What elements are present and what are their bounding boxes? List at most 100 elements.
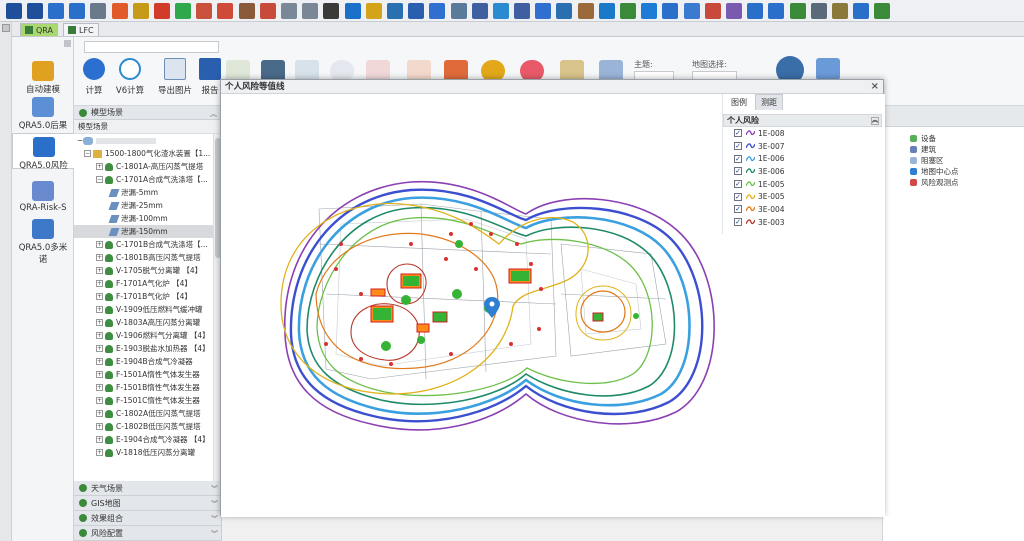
tree-item[interactable]: − C-1701A合成气洗涤塔【... xyxy=(74,173,221,186)
legend-item[interactable]: ✓ 3E-007 xyxy=(723,140,882,153)
toolbar-tool-icon[interactable] xyxy=(768,2,785,19)
expand-icon[interactable]: + xyxy=(96,423,103,430)
legend-checkbox[interactable]: ✓ xyxy=(734,180,742,189)
v6-calculate-button[interactable]: V6计算 xyxy=(112,58,148,96)
tree-item[interactable]: + F-1701B气化炉 【4】 xyxy=(74,290,221,303)
toolbar-tool-icon[interactable] xyxy=(386,2,403,19)
expand-icon[interactable]: − xyxy=(96,176,103,183)
legend-item[interactable]: ✓ 3E-004 xyxy=(723,203,882,216)
toolbar-tool-icon[interactable] xyxy=(259,2,276,19)
tree-item[interactable]: 泄漏-100mm xyxy=(74,212,221,225)
expand-icon[interactable]: − xyxy=(84,150,91,157)
toolbar-tool-icon[interactable] xyxy=(535,2,552,19)
toolbar-tool-icon[interactable] xyxy=(620,2,637,19)
tree-item[interactable]: + C-1801B高压闪蒸气提塔 xyxy=(74,251,221,264)
rail-toggle-icon[interactable] xyxy=(2,24,10,32)
equipment-block[interactable] xyxy=(416,323,430,333)
legend-checkbox[interactable]: ✓ xyxy=(734,192,742,201)
tree-item[interactable]: + E-1903脱盐水加热器 【4】 xyxy=(74,342,221,355)
expand-icon[interactable]: + xyxy=(96,163,103,170)
tree-item[interactable]: + C-1802A低压闪蒸气提塔 xyxy=(74,407,221,420)
expand-icon[interactable]: + xyxy=(96,254,103,261)
tree-item[interactable]: + V-1906燃料气分离罐 【4】 xyxy=(74,329,221,342)
expand-icon[interactable]: + xyxy=(96,306,103,313)
nav-item-qra-risk[interactable]: QRA5.0风险 xyxy=(12,133,74,171)
toolbar-tool-icon[interactable] xyxy=(196,2,213,19)
legend-item[interactable]: ✓ 3E-006 xyxy=(723,165,882,178)
close-icon[interactable]: × xyxy=(871,80,879,94)
tree-item[interactable]: + F-1501B惰性气体发生器 xyxy=(74,381,221,394)
toolbar-tool-icon[interactable] xyxy=(556,2,573,19)
expand-icon[interactable]: + xyxy=(96,449,103,456)
toolbar-tool-icon[interactable] xyxy=(217,2,234,19)
toolbar-tool-icon[interactable] xyxy=(344,2,361,19)
toolbar-tool-icon[interactable] xyxy=(450,2,467,19)
equipment-block[interactable] xyxy=(432,311,448,323)
expand-icon[interactable]: + xyxy=(96,267,103,274)
tree-item[interactable]: + V-1803A高压闪蒸分离罐 xyxy=(74,316,221,329)
tree-item[interactable]: 泄漏-5mm xyxy=(74,186,221,199)
tree-item[interactable]: + F-1701A气化炉 【4】 xyxy=(74,277,221,290)
toolbar-tool-icon[interactable] xyxy=(323,2,340,19)
toolbar-tool-icon[interactable] xyxy=(514,2,531,19)
tab-qra[interactable]: QRA xyxy=(20,23,59,36)
toolbar-tool-icon[interactable] xyxy=(577,2,594,19)
tree-item[interactable]: + V-1705脱气分离罐 【4】 xyxy=(74,264,221,277)
tree-item[interactable]: + V-1909低压燃料气缓冲罐 xyxy=(74,303,221,316)
tank-marker[interactable] xyxy=(452,289,462,299)
tank-marker[interactable] xyxy=(401,295,411,305)
layer-item[interactable]: 地图中心点 xyxy=(883,166,1024,177)
expand-icon[interactable]: + xyxy=(96,410,103,417)
toolbar-tool-icon[interactable] xyxy=(831,2,848,19)
toolbar-tool-icon[interactable] xyxy=(111,2,128,19)
tree-item[interactable]: − 1500-1800气化渣水装置【1... xyxy=(74,147,221,160)
tree-item[interactable]: 泄漏-25mm xyxy=(74,199,221,212)
toolbar-tool-icon[interactable] xyxy=(704,2,721,19)
tank-marker[interactable] xyxy=(417,336,425,344)
toolbar-tool-icon[interactable] xyxy=(662,2,679,19)
expand-icon[interactable]: + xyxy=(96,371,103,378)
toolbar-tool-icon[interactable] xyxy=(429,2,446,19)
nav-item-qra-consequence[interactable]: QRA5.0后果 xyxy=(12,97,74,131)
map-center-pin[interactable] xyxy=(484,297,500,318)
tab-lfc[interactable]: LFC xyxy=(63,23,99,36)
expand-icon[interactable]: + xyxy=(96,280,103,287)
toolbar-tool-icon[interactable] xyxy=(365,2,382,19)
toolbar-tool-icon[interactable] xyxy=(281,2,298,19)
toolbar-tool-icon[interactable] xyxy=(26,2,43,19)
toolbar-tool-icon[interactable] xyxy=(69,2,86,19)
legend-item[interactable]: ✓ 3E-005 xyxy=(723,190,882,203)
tree-item[interactable]: + C-1802B低压闪蒸气提塔 xyxy=(74,420,221,433)
collapse-icon[interactable]: ︽ xyxy=(871,117,879,125)
tree-root[interactable]: − xyxy=(74,134,221,147)
tank-marker[interactable] xyxy=(381,341,391,351)
legend-checkbox[interactable]: ✓ xyxy=(734,167,742,176)
section-header[interactable]: 效果组合 ︾ xyxy=(74,511,221,526)
tab-legend[interactable]: 图例 xyxy=(726,95,752,110)
toolbar-tool-icon[interactable] xyxy=(725,2,742,19)
legend-checkbox[interactable]: ✓ xyxy=(734,218,742,227)
toolbar-tool-icon[interactable] xyxy=(747,2,764,19)
nav-item-qra-domino[interactable]: QRA5.0多米诺 xyxy=(12,219,74,265)
tree-item[interactable]: + E-1904B合成气冷凝器 xyxy=(74,355,221,368)
layer-item[interactable]: 设备 xyxy=(883,133,1024,144)
tank-marker[interactable] xyxy=(633,313,639,319)
layer-item[interactable]: 阻塞区 xyxy=(883,155,1024,166)
tree-item[interactable]: + F-1501C惰性气体发生器 xyxy=(74,394,221,407)
toolbar-tool-icon[interactable] xyxy=(471,2,488,19)
legend-checkbox[interactable]: ✓ xyxy=(734,142,742,151)
legend-checkbox[interactable]: ✓ xyxy=(734,129,742,138)
section-header[interactable]: GIS地图 ︾ xyxy=(74,496,221,511)
individual-risk-header[interactable]: 个人风险 ︽ xyxy=(723,114,882,127)
legend-checkbox[interactable]: ✓ xyxy=(734,205,742,214)
tank-marker[interactable] xyxy=(455,240,463,248)
expand-icon[interactable]: + xyxy=(96,241,103,248)
equipment-block[interactable] xyxy=(370,288,386,297)
model-scene-header[interactable]: 模型场景 ︽ xyxy=(74,106,221,120)
tree-item[interactable]: + E-1904合成气冷凝器 【4】 xyxy=(74,433,221,446)
toolbar-tool-icon[interactable] xyxy=(789,2,806,19)
expand-icon[interactable]: + xyxy=(96,293,103,300)
toolbar-tool-icon[interactable] xyxy=(810,2,827,19)
dialog-title-bar[interactable]: 个人风险等值线 × xyxy=(221,80,883,94)
toolbar-tool-icon[interactable] xyxy=(302,2,319,19)
